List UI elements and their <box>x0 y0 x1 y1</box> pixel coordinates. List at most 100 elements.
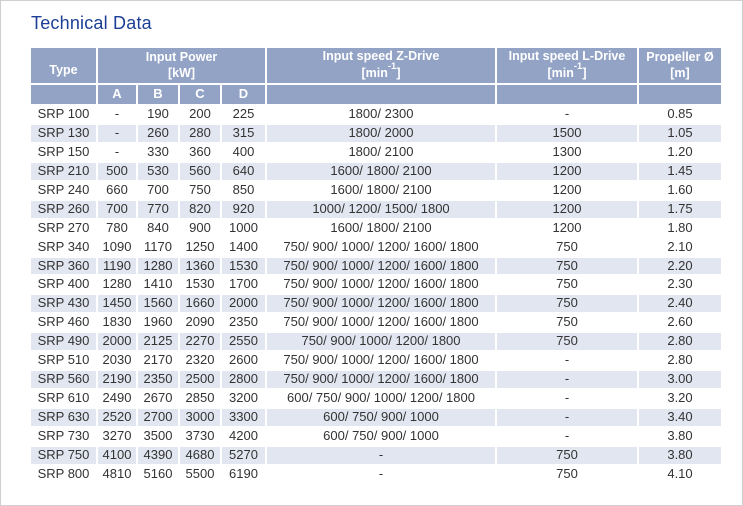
cell-power-d: 1700 <box>222 276 265 293</box>
cell-power-d: 3200 <box>222 390 265 407</box>
cell-type: SRP 100 <box>31 106 96 123</box>
cell-power-c: 2500 <box>180 371 220 388</box>
cell-power-c: 2320 <box>180 352 220 369</box>
cell-propeller-diameter: 2.80 <box>639 333 721 350</box>
page: Technical Data Type Input Power [kW] Inp… <box>0 0 743 506</box>
cell-power-a: 2490 <box>98 390 136 407</box>
cell-power-d: 1000 <box>222 220 265 237</box>
cell-power-d: 1400 <box>222 239 265 256</box>
cell-power-d: 920 <box>222 201 265 218</box>
cell-power-c: 3000 <box>180 409 220 426</box>
cell-z-drive-speed: 750/ 900/ 1000/ 1200/ 1600/ 1800 <box>267 352 495 369</box>
cell-power-d: 5270 <box>222 447 265 464</box>
subheader-l-drive-spacer <box>497 85 637 104</box>
cell-power-c: 280 <box>180 125 220 142</box>
cell-propeller-diameter: 2.10 <box>639 239 721 256</box>
cell-l-drive-speed: - <box>497 390 637 407</box>
header-row-sub: A B C D <box>31 85 721 104</box>
cell-power-c: 1530 <box>180 276 220 293</box>
cell-propeller-diameter: 2.80 <box>639 352 721 369</box>
cell-l-drive-speed: - <box>497 428 637 445</box>
cell-propeller-diameter: 3.80 <box>639 428 721 445</box>
subheader-propeller-spacer <box>639 85 721 104</box>
cell-power-b: 1960 <box>138 314 178 331</box>
table-row: SRP 100 - 190 200 225 1800/ 2300 - 0.85 <box>31 106 721 123</box>
column-header-a: A <box>98 85 136 104</box>
table-row: SRP 750 4100 4390 4680 5270 - 750 3.80 <box>31 447 721 464</box>
subheader-type-spacer <box>31 85 96 104</box>
cell-power-a: 3270 <box>98 428 136 445</box>
table-row: SRP 510 2030 2170 2320 2600 750/ 900/ 10… <box>31 352 721 369</box>
table-row: SRP 800 4810 5160 5500 6190 - 750 4.10 <box>31 466 721 483</box>
cell-power-c: 1360 <box>180 258 220 275</box>
table-row: SRP 610 2490 2670 2850 3200 600/ 750/ 90… <box>31 390 721 407</box>
table-row: SRP 260 700 770 820 920 1000/ 1200/ 1500… <box>31 201 721 218</box>
cell-z-drive-speed: 1800/ 2000 <box>267 125 495 142</box>
cell-power-c: 2090 <box>180 314 220 331</box>
cell-l-drive-speed: 750 <box>497 333 637 350</box>
cell-propeller-diameter: 1.80 <box>639 220 721 237</box>
cell-power-a: 700 <box>98 201 136 218</box>
cell-power-b: 3500 <box>138 428 178 445</box>
cell-power-c: 200 <box>180 106 220 123</box>
cell-l-drive-speed: 1200 <box>497 201 637 218</box>
input-power-label: Input Power <box>100 50 263 66</box>
cell-type: SRP 490 <box>31 333 96 350</box>
cell-z-drive-speed: 1800/ 2100 <box>267 144 495 161</box>
cell-z-drive-speed: 600/ 750/ 900/ 1000 <box>267 428 495 445</box>
cell-power-d: 315 <box>222 125 265 142</box>
cell-power-d: 4200 <box>222 428 265 445</box>
cell-power-c: 1250 <box>180 239 220 256</box>
table-row: SRP 340 1090 1170 1250 1400 750/ 900/ 10… <box>31 239 721 256</box>
cell-propeller-diameter: 1.45 <box>639 163 721 180</box>
cell-power-c: 360 <box>180 144 220 161</box>
column-header-l-drive: Input speed L-Drive [min-1] <box>497 48 637 83</box>
cell-propeller-diameter: 2.60 <box>639 314 721 331</box>
cell-l-drive-speed: 1200 <box>497 220 637 237</box>
cell-power-a: 1830 <box>98 314 136 331</box>
table-row: SRP 150 - 330 360 400 1800/ 2100 1300 1.… <box>31 144 721 161</box>
cell-type: SRP 270 <box>31 220 96 237</box>
table-row: SRP 430 1450 1560 1660 2000 750/ 900/ 10… <box>31 295 721 312</box>
cell-power-c: 4680 <box>180 447 220 464</box>
cell-power-d: 640 <box>222 163 265 180</box>
cell-l-drive-speed: 750 <box>497 276 637 293</box>
cell-z-drive-speed: 750/ 900/ 1000/ 1200/ 1600/ 1800 <box>267 276 495 293</box>
cell-power-b: 2670 <box>138 390 178 407</box>
cell-type: SRP 730 <box>31 428 96 445</box>
cell-type: SRP 800 <box>31 466 96 483</box>
cell-propeller-diameter: 2.40 <box>639 295 721 312</box>
cell-propeller-diameter: 3.20 <box>639 390 721 407</box>
l-drive-label: Input speed L-Drive <box>499 49 635 65</box>
cell-type: SRP 130 <box>31 125 96 142</box>
cell-power-b: 530 <box>138 163 178 180</box>
l-drive-unit: [min-1] <box>499 64 635 82</box>
cell-type: SRP 210 <box>31 163 96 180</box>
cell-power-b: 840 <box>138 220 178 237</box>
cell-z-drive-speed: 1000/ 1200/ 1500/ 1800 <box>267 201 495 218</box>
cell-z-drive-speed: 1600/ 1800/ 2100 <box>267 220 495 237</box>
cell-power-d: 2000 <box>222 295 265 312</box>
cell-l-drive-speed: 750 <box>497 258 637 275</box>
cell-l-drive-speed: 1500 <box>497 125 637 142</box>
cell-propeller-diameter: 1.75 <box>639 201 721 218</box>
cell-type: SRP 360 <box>31 258 96 275</box>
cell-power-d: 850 <box>222 182 265 199</box>
cell-l-drive-speed: - <box>497 352 637 369</box>
cell-type: SRP 400 <box>31 276 96 293</box>
cell-z-drive-speed: 750/ 900/ 1000/ 1200/ 1800 <box>267 333 495 350</box>
cell-power-a: 4100 <box>98 447 136 464</box>
cell-power-a: 2190 <box>98 371 136 388</box>
cell-propeller-diameter: 3.00 <box>639 371 721 388</box>
cell-propeller-diameter: 1.05 <box>639 125 721 142</box>
cell-power-c: 2850 <box>180 390 220 407</box>
cell-z-drive-speed: - <box>267 466 495 483</box>
subheader-z-drive-spacer <box>267 85 495 104</box>
cell-power-a: 4810 <box>98 466 136 483</box>
cell-power-b: 700 <box>138 182 178 199</box>
cell-power-d: 225 <box>222 106 265 123</box>
cell-power-d: 2800 <box>222 371 265 388</box>
table-row: SRP 460 1830 1960 2090 2350 750/ 900/ 10… <box>31 314 721 331</box>
cell-power-d: 400 <box>222 144 265 161</box>
cell-type: SRP 340 <box>31 239 96 256</box>
